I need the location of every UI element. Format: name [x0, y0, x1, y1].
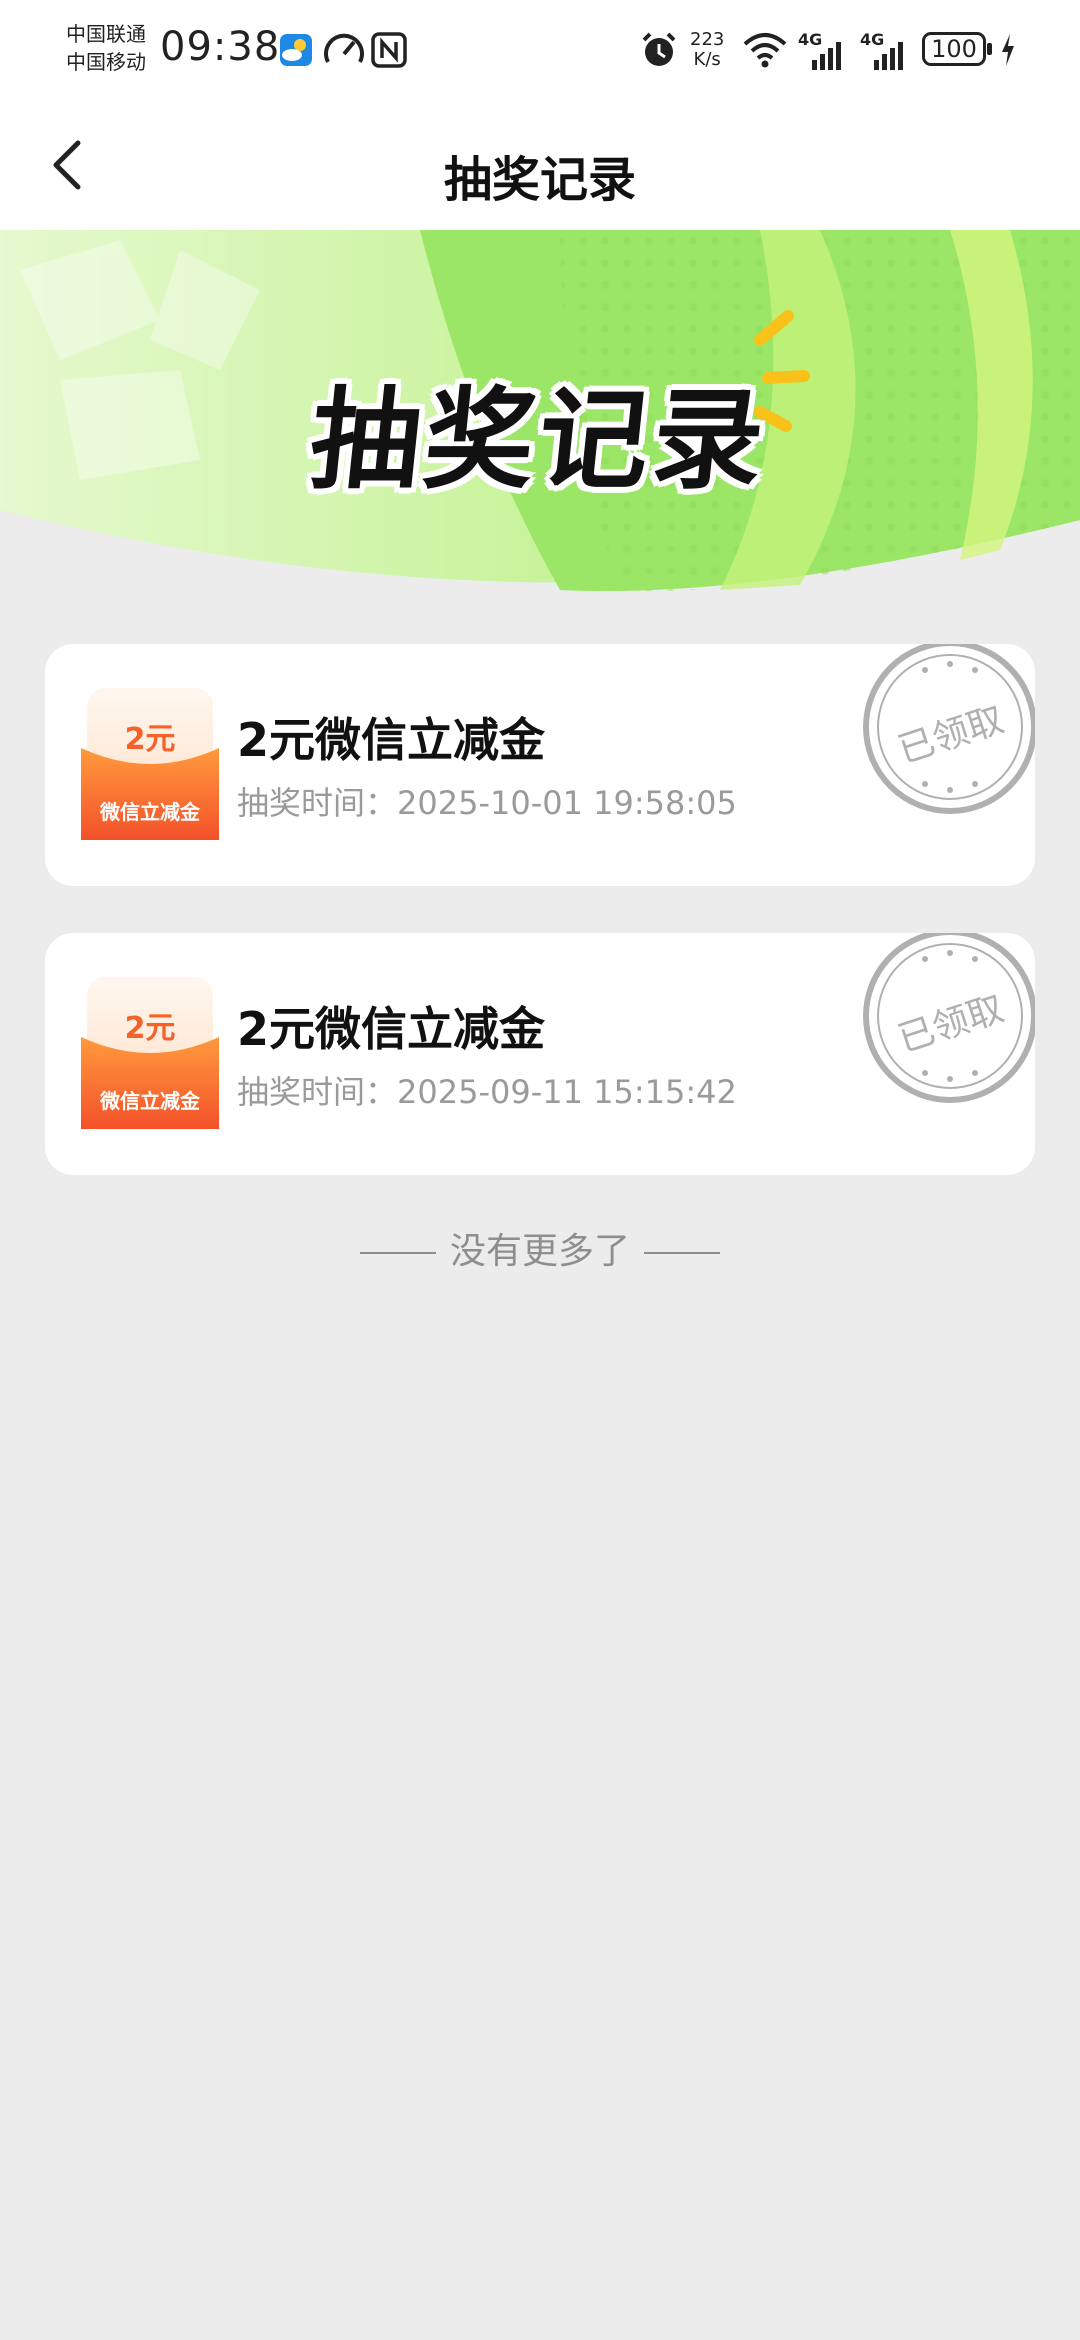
- claimed-stamp: 已领取: [855, 933, 1035, 1111]
- record-card[interactable]: 2元 微信立减金 2元微信立减金 抽奖时间：2025-09-11 15:15:4…: [45, 933, 1035, 1175]
- draw-time: 抽奖时间：2025-10-01 19:58:05: [237, 784, 737, 822]
- nav-header: 抽奖记录: [0, 100, 1080, 230]
- no-more-indicator: 没有更多了: [0, 1222, 1080, 1274]
- banner: 抽奖记录: [0, 230, 1080, 600]
- record-card[interactable]: 2元 微信立减金 2元微信立减金 抽奖时间：2025-10-01 19:58:0…: [45, 644, 1035, 886]
- nfc-icon: [371, 32, 407, 68]
- coupon-label: 微信立减金: [100, 800, 200, 824]
- coupon-amount: 2元: [124, 1011, 176, 1046]
- banner-title: 抽奖记录: [0, 350, 1080, 510]
- status-bar: 中国联通 中国移动 09:38 223 K/s 4G 4G 100: [0, 0, 1080, 100]
- prize-name: 2元微信立减金: [237, 1002, 546, 1056]
- prize-coupon-icon: 2元 微信立减金: [81, 977, 219, 1129]
- carrier-labels: 中国联通 中国移动: [66, 20, 146, 76]
- claimed-stamp: 已领取: [855, 644, 1035, 822]
- no-more-text: 没有更多了: [449, 1231, 630, 1272]
- speedometer-icon: [324, 33, 364, 63]
- page-title: 抽奖记录: [443, 152, 636, 208]
- signal-icon: [874, 42, 903, 70]
- net-speed: 223 K/s: [690, 30, 724, 70]
- charging-icon: [1002, 34, 1014, 66]
- signal-icon: [812, 42, 841, 70]
- battery-icon: 100: [922, 32, 992, 66]
- divider-left: [359, 1252, 436, 1254]
- coupon-amount: 2元: [124, 722, 176, 757]
- wifi-icon: [743, 33, 787, 68]
- coupon-label: 微信立减金: [100, 1089, 200, 1113]
- prize-coupon-icon: 2元 微信立减金: [81, 688, 219, 840]
- carrier-2: 中国移动: [66, 50, 146, 74]
- alarm-icon: [642, 32, 676, 66]
- banner-title-text: 抽奖记录: [304, 376, 774, 504]
- weather-icon: [280, 34, 312, 66]
- status-time: 09:38: [160, 24, 281, 70]
- divider-right: [644, 1252, 720, 1254]
- prize-name: 2元微信立减金: [237, 713, 546, 767]
- carrier-1: 中国联通: [66, 22, 146, 46]
- draw-time: 抽奖时间：2025-09-11 15:15:42: [237, 1073, 737, 1111]
- net-speed-unit: K/s: [693, 49, 721, 70]
- net-speed-value: 223: [690, 29, 725, 50]
